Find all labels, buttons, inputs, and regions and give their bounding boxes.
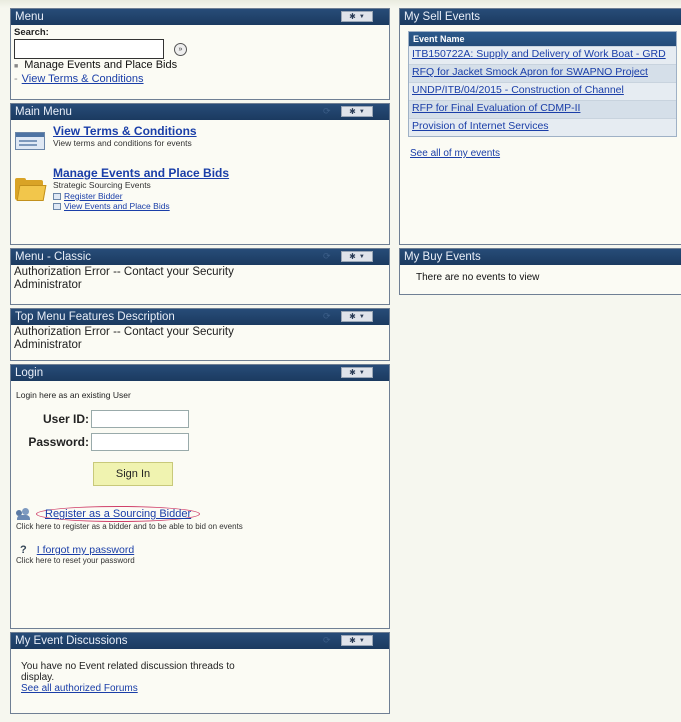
page-icon	[53, 192, 61, 200]
table-row[interactable]: ITB150722A: Supply and Delivery of Work …	[409, 46, 676, 64]
sign-in-button[interactable]: Sign In	[93, 462, 173, 486]
sell-events-header: My Sell Events	[400, 9, 681, 25]
refresh-icon[interactable]: ⟳	[323, 251, 333, 262]
table-row[interactable]: UNDP/ITB/04/2015 - Construction of Chann…	[409, 82, 676, 100]
main-menu-header: Main Menu ⟳ ✱ ▼	[11, 104, 389, 120]
gear-icon: ✱	[349, 635, 356, 645]
sell-events-pagelet: My Sell Events Event Name ITB150722A: Su…	[399, 8, 681, 245]
main-menu-sub-view-events[interactable]: View Events and Place Bids	[53, 201, 229, 211]
search-label: Search:	[14, 27, 49, 38]
help-icon: ?	[20, 544, 27, 556]
top-edge	[0, 0, 681, 8]
table-row[interactable]: RFP for Final Evaluation of CDMP-II	[409, 100, 676, 118]
gear-icon: ✱	[349, 106, 356, 116]
main-menu-sub-register[interactable]: Register Bidder	[53, 191, 229, 201]
register-bidder-link[interactable]: Register as a Sourcing Bidder	[36, 506, 201, 522]
chevron-down-icon: ▼	[358, 313, 365, 320]
chevron-down-icon: ▼	[358, 108, 365, 115]
dash-icon: -	[14, 73, 18, 85]
search-go-button[interactable]: »	[174, 42, 187, 56]
bullet-icon: ■	[14, 63, 19, 70]
discussions-header: My Event Discussions ⟳ ✱ ▼	[11, 633, 389, 649]
buy-events-header: My Buy Events	[400, 249, 681, 265]
table-row[interactable]: RFQ for Jacket Smock Apron for SWAPNO Pr…	[409, 64, 676, 82]
folder-icon	[15, 178, 47, 202]
login-title: Login	[15, 367, 44, 379]
main-menu-sub-view-events-label: View Events and Place Bids	[64, 201, 170, 211]
buy-events-title: My Buy Events	[404, 251, 481, 263]
register-note: Click here to register as a bidder and t…	[16, 522, 243, 531]
login-header: Login ✱ ▼	[11, 365, 389, 381]
main-menu-sub-register-label: Register Bidder	[64, 191, 123, 201]
menu-link-manage-events[interactable]: ■ Manage Events and Place Bids	[11, 59, 389, 73]
forgot-password-link[interactable]: I forgot my password	[37, 544, 134, 556]
menu-pagelet: Menu ✱ ▼ Search: » ■ Manage Events and Pl…	[10, 8, 390, 100]
user-id-label: User ID:	[42, 412, 89, 426]
top-menu-header: Top Menu Features Description ⟳ ✱ ▼	[11, 309, 389, 325]
main-menu-pagelet-options[interactable]: ✱ ▼	[341, 106, 373, 117]
menu-link-view-terms-label: View Terms & Conditions	[21, 73, 144, 85]
sell-events-title: My Sell Events	[404, 11, 481, 23]
main-menu-item-terms: View Terms & Conditions View terms and c…	[11, 120, 389, 150]
menu-classic-pagelet: Menu - Classic ⟳ ✱ ▼ Authorization Error…	[10, 248, 390, 305]
password-field[interactable]	[91, 433, 189, 451]
main-menu-item-events-desc: Strategic Sourcing Events	[53, 180, 151, 190]
buy-events-message: There are no events to view	[416, 272, 540, 283]
left-column: Menu ✱ ▼ Search: » ■ Manage Events and Pl…	[10, 8, 390, 717]
right-column: My Sell Events Event Name ITB150722A: Su…	[399, 8, 681, 298]
top-menu-pagelet: Top Menu Features Description ⟳ ✱ ▼ Auth…	[10, 308, 390, 361]
main-menu-title: Main Menu	[15, 106, 72, 118]
top-menu-pagelet-options[interactable]: ✱ ▼	[341, 311, 373, 322]
sell-events-table: Event Name ITB150722A: Supply and Delive…	[408, 31, 677, 137]
login-pagelet: Login ✱ ▼ Login here as an existing User…	[10, 364, 390, 629]
see-all-events-link[interactable]: See all of my events	[408, 137, 677, 167]
discussions-pagelet: My Event Discussions ⟳ ✱ ▼ You have no E…	[10, 632, 390, 714]
gear-icon: ✱	[349, 367, 356, 377]
main-menu-pagelet: Main Menu ⟳ ✱ ▼ View Terms & Conditions …	[10, 103, 390, 245]
login-intro: Login here as an existing User	[16, 390, 131, 400]
chevron-down-icon: ▼	[358, 369, 365, 376]
menu-title: Menu	[15, 11, 44, 23]
menu-link-view-terms[interactable]: - View Terms & Conditions	[11, 73, 389, 87]
menu-classic-header: Menu - Classic ⟳ ✱ ▼	[11, 249, 389, 265]
forgot-note: Click here to reset your password	[16, 556, 135, 565]
document-icon	[15, 132, 45, 150]
search-input[interactable]	[14, 39, 164, 59]
main-menu-item-events: Manage Events and Place Bids Strategic S…	[11, 150, 389, 211]
chevron-down-icon: ▼	[358, 253, 365, 260]
refresh-icon[interactable]: ⟳	[323, 635, 333, 646]
menu-classic-title: Menu - Classic	[15, 251, 92, 263]
main-menu-item-terms-desc: View terms and conditions for events	[53, 138, 192, 148]
chevron-down-icon: ▼	[358, 637, 365, 644]
event-name-column-header: Event Name	[409, 32, 676, 46]
top-menu-error: Authorization Error -- Contact your Secu…	[14, 326, 234, 351]
login-pagelet-options[interactable]: ✱ ▼	[341, 367, 373, 378]
discussions-message: You have no Event related discussion thr…	[21, 661, 235, 683]
refresh-icon[interactable]: ⟳	[323, 106, 333, 117]
table-row[interactable]: Provision of Internet Services	[409, 118, 676, 136]
authorized-forums-link[interactable]: See all authorized Forums	[21, 683, 379, 694]
gear-icon: ✱	[349, 311, 356, 321]
main-menu-item-terms-title[interactable]: View Terms & Conditions	[53, 124, 197, 138]
menu-link-manage-events-label: Manage Events and Place Bids	[24, 59, 178, 71]
discussions-pagelet-options[interactable]: ✱ ▼	[341, 635, 373, 646]
buy-events-pagelet: My Buy Events There are no events to vie…	[399, 248, 681, 295]
user-id-field[interactable]	[91, 410, 189, 428]
main-menu-item-events-title[interactable]: Manage Events and Place Bids	[53, 166, 229, 180]
menu-header: Menu ✱ ▼	[11, 9, 389, 25]
discussions-title: My Event Discussions	[15, 635, 128, 647]
chevron-down-icon: ▼	[358, 13, 365, 20]
page-icon	[53, 202, 61, 210]
refresh-icon[interactable]: ⟳	[323, 311, 333, 322]
password-label: Password:	[28, 435, 89, 449]
menu-classic-pagelet-options[interactable]: ✱ ▼	[341, 251, 373, 262]
top-menu-title: Top Menu Features Description	[15, 311, 175, 323]
gear-icon: ✱	[349, 251, 356, 261]
menu-classic-error: Authorization Error -- Contact your Secu…	[14, 266, 234, 291]
users-icon	[16, 508, 32, 520]
menu-pagelet-options[interactable]: ✱ ▼	[341, 11, 373, 22]
gear-icon: ✱	[349, 11, 356, 21]
